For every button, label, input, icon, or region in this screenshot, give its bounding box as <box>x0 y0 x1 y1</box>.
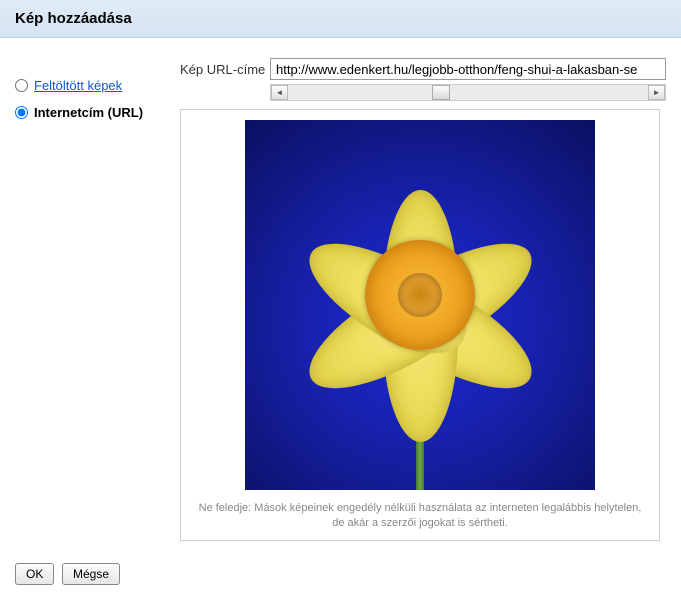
scroll-right-button[interactable]: ► <box>648 85 665 100</box>
copyright-disclaimer: Ne feledje: Mások képeinek engedély nélk… <box>186 495 654 535</box>
url-scrollbar[interactable]: ◄ ► <box>270 84 666 101</box>
image-preview-container: Ne feledje: Mások képeinek engedély nélk… <box>180 109 660 541</box>
url-row: Kép URL-címe <box>180 58 666 80</box>
radio-url[interactable] <box>15 106 28 119</box>
source-options: Feltöltött képek Internetcím (URL) <box>15 58 180 541</box>
url-input[interactable] <box>270 58 666 80</box>
option-uploaded-label: Feltöltött képek <box>34 78 122 93</box>
scroll-thumb[interactable] <box>432 85 450 100</box>
option-url[interactable]: Internetcím (URL) <box>15 105 180 120</box>
url-panel: Kép URL-címe ◄ ► Ne feledje: Mások képei… <box>180 58 666 541</box>
option-url-label: Internetcím (URL) <box>34 105 143 120</box>
dialog-body: Feltöltött képek Internetcím (URL) Kép U… <box>0 38 681 551</box>
image-preview <box>245 120 595 490</box>
cancel-button[interactable]: Mégse <box>62 563 120 585</box>
url-label: Kép URL-címe <box>180 62 270 77</box>
dialog-footer: OK Mégse <box>0 551 681 597</box>
scroll-track[interactable] <box>288 85 648 100</box>
radio-uploaded[interactable] <box>15 79 28 92</box>
scroll-left-button[interactable]: ◄ <box>271 85 288 100</box>
dialog-title: Kép hozzáadása <box>0 0 681 38</box>
ok-button[interactable]: OK <box>15 563 54 585</box>
flower-corona <box>365 240 475 350</box>
option-uploaded-images[interactable]: Feltöltött képek <box>15 78 180 93</box>
